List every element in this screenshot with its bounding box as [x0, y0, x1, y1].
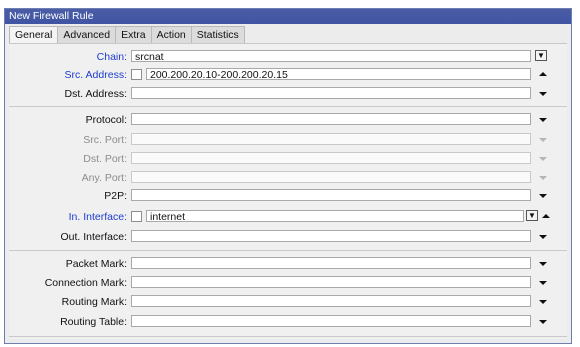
general-panel: Chain: srcnat ▼ Src. Address: 200.200.20…: [9, 43, 567, 339]
connection-mark-label: Connection Mark:: [44, 277, 127, 289]
src-address-row: Src. Address: 200.200.20.10-200.200.20.1…: [9, 68, 567, 82]
in-interface-dropdown-button[interactable]: ▼: [526, 210, 538, 221]
packet-mark-label: Packet Mark:: [65, 258, 127, 270]
protocol-row: Protocol:: [9, 113, 567, 127]
collapse-icon[interactable]: [542, 214, 550, 218]
in-interface-row: In. Interface: internet ▼: [9, 210, 567, 224]
routing-mark-dropdown-icon[interactable]: [539, 300, 547, 304]
dst-address-field[interactable]: [131, 87, 531, 99]
tab-extra[interactable]: Extra: [115, 26, 152, 43]
src-port-field: [131, 133, 531, 145]
chain-dropdown-button[interactable]: ▼: [535, 50, 547, 61]
src-port-row: Src. Port:: [9, 133, 567, 147]
connection-mark-row: Connection Mark:: [9, 276, 567, 290]
out-interface-row: Out. Interface:: [9, 230, 567, 244]
any-port-label: Any. Port:: [81, 172, 127, 184]
chain-field[interactable]: srcnat: [131, 50, 531, 62]
any-port-row: Any. Port:: [9, 171, 567, 185]
out-interface-dropdown-icon[interactable]: [539, 235, 547, 239]
collapse-icon[interactable]: [539, 72, 547, 76]
routing-table-label: Routing Table:: [60, 316, 127, 328]
routing-table-row: Routing Table:: [9, 315, 567, 329]
src-address-label: Src. Address:: [64, 69, 127, 81]
routing-mark-row: Routing Mark:: [9, 295, 567, 309]
p2p-dropdown-icon[interactable]: [539, 194, 547, 198]
separator: [9, 250, 567, 251]
p2p-field[interactable]: [131, 189, 531, 201]
connection-mark-field[interactable]: [131, 276, 531, 288]
chain-label: Chain:: [96, 51, 127, 63]
tab-advanced[interactable]: Advanced: [57, 26, 117, 43]
dst-port-dropdown-icon: [539, 157, 547, 161]
routing-table-field[interactable]: [131, 315, 531, 327]
dropdown-button-icon: ▼: [537, 51, 545, 60]
dst-port-row: Dst. Port:: [9, 152, 567, 166]
packet-mark-field[interactable]: [131, 257, 531, 269]
dropdown-button-icon: ▼: [528, 211, 536, 220]
packet-mark-dropdown-icon[interactable]: [539, 262, 547, 266]
tab-action[interactable]: Action: [150, 26, 192, 43]
routing-mark-field[interactable]: [131, 295, 531, 307]
tab-statistics[interactable]: Statistics: [190, 26, 245, 43]
in-interface-invert-checkbox[interactable]: [131, 211, 142, 222]
window-title: New Firewall Rule: [5, 9, 571, 24]
protocol-field[interactable]: [131, 113, 531, 125]
src-address-field[interactable]: 200.200.20.10-200.200.20.15: [146, 68, 531, 80]
out-interface-field[interactable]: [131, 230, 531, 242]
in-interface-field[interactable]: internet: [146, 210, 524, 222]
in-interface-label: In. Interface:: [68, 211, 127, 223]
protocol-label: Protocol:: [85, 114, 127, 126]
tab-general[interactable]: General: [9, 26, 59, 44]
dst-port-field: [131, 152, 531, 164]
connection-mark-dropdown-icon[interactable]: [539, 281, 547, 285]
src-address-value: 200.200.20.10-200.200.20.15: [150, 69, 288, 80]
src-address-invert-checkbox[interactable]: [131, 69, 142, 80]
out-interface-label: Out. Interface:: [60, 231, 127, 243]
separator: [9, 106, 567, 107]
src-port-label: Src. Port:: [83, 134, 127, 146]
dst-address-label: Dst. Address:: [64, 88, 127, 100]
dst-port-label: Dst. Port:: [83, 153, 127, 165]
routing-table-dropdown-icon[interactable]: [539, 320, 547, 324]
p2p-row: P2P:: [9, 189, 567, 203]
dst-address-dropdown-icon[interactable]: [539, 92, 547, 96]
routing-mark-label: Routing Mark:: [61, 296, 127, 308]
any-port-field: [131, 171, 531, 183]
firewall-rule-window: New Firewall Rule General Advanced Extra…: [4, 8, 572, 344]
dst-address-row: Dst. Address:: [9, 87, 567, 101]
tab-bar: General Advanced Extra Action Statistics: [9, 26, 245, 44]
protocol-dropdown-icon[interactable]: [539, 118, 547, 122]
separator: [9, 336, 567, 337]
chain-row: Chain: srcnat ▼: [9, 50, 567, 64]
packet-mark-row: Packet Mark:: [9, 257, 567, 271]
src-port-dropdown-icon: [539, 138, 547, 142]
p2p-label: P2P:: [104, 190, 127, 202]
any-port-dropdown-icon: [539, 176, 547, 180]
